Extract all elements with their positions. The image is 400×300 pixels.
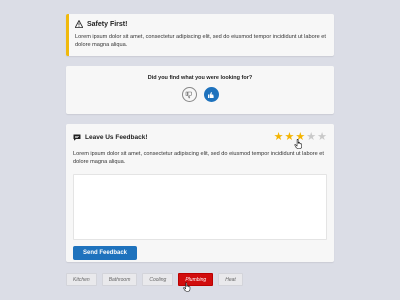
feedback-textarea[interactable]	[73, 174, 327, 240]
warning-icon	[75, 20, 83, 28]
star-5[interactable]: ★	[317, 132, 327, 143]
tag-heat[interactable]: Heat	[218, 273, 243, 286]
comment-icon	[73, 134, 81, 141]
thumbs-down-button[interactable]	[181, 87, 197, 102]
send-feedback-button[interactable]: Send Feedback	[73, 246, 137, 260]
feedback-title: Leave Us Feedback!	[85, 134, 148, 141]
safety-title: Safety First!	[87, 20, 128, 28]
feedback-header: Leave Us Feedback! ★ ★ ★ ★ ★	[73, 132, 327, 149]
vote-buttons	[66, 87, 334, 102]
safety-notice-card: Safety First! Lorem ipsum dolor sit amet…	[66, 14, 334, 56]
safety-body: Lorem ipsum dolor sit amet, consectetur …	[75, 34, 326, 48]
safety-heading: Safety First!	[75, 20, 326, 28]
hand-cursor-icon	[294, 139, 302, 149]
star-1[interactable]: ★	[274, 132, 284, 143]
feedback-body: Lorem ipsum dolor sit amet, consectetur …	[73, 151, 324, 165]
star-rating[interactable]: ★ ★ ★ ★ ★	[274, 132, 327, 149]
hand-cursor-icon	[183, 282, 191, 292]
star-4[interactable]: ★	[306, 132, 316, 143]
feedback-card: Leave Us Feedback! ★ ★ ★ ★ ★ Lorem ipsum…	[66, 124, 334, 262]
tag-cooling[interactable]: Cooling	[142, 273, 174, 286]
helpful-question: Did you find what you were looking for?	[147, 75, 253, 81]
tag-kitchen[interactable]: Kitchen	[66, 273, 97, 286]
helpful-question-card: Did you find what you were looking for?	[66, 66, 334, 114]
thumbs-up-icon	[208, 91, 214, 98]
thumbs-up-button[interactable]	[203, 87, 219, 102]
thumbs-down-icon	[185, 91, 193, 98]
category-tags: Kitchen Bathroom Cooling Plumbing Heat	[66, 273, 243, 292]
tag-bathroom[interactable]: Bathroom	[101, 273, 138, 286]
feedback-heading: Leave Us Feedback!	[73, 134, 148, 141]
